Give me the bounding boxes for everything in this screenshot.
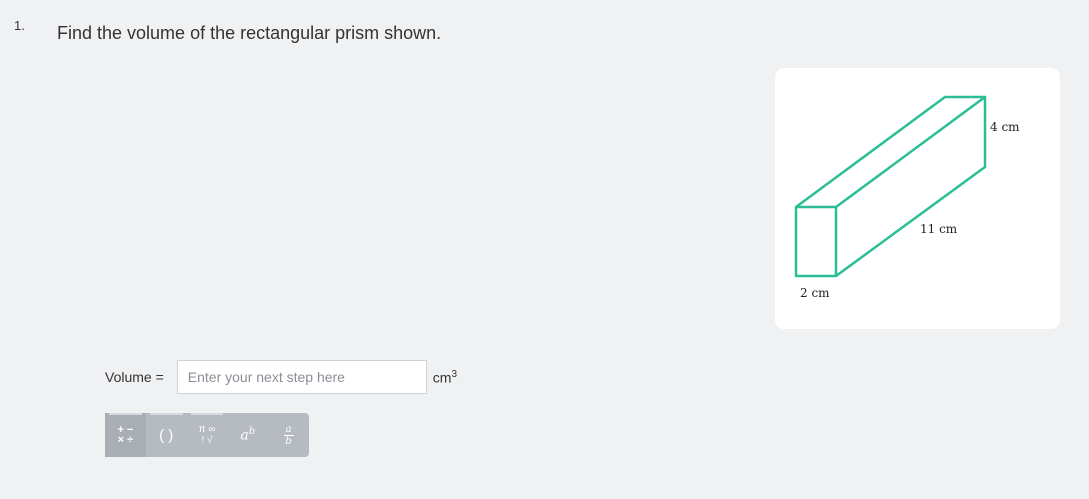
answer-row: Volume = cm3 (105, 358, 457, 396)
symbols-button[interactable]: π ∞ ! √ (187, 413, 228, 457)
fraction-icon: a b (283, 423, 294, 447)
unit-text: cm (432, 369, 452, 386)
unit-label: cm3 (433, 369, 457, 386)
exponent-button[interactable]: ab (227, 413, 268, 457)
answer-input[interactable] (176, 360, 427, 394)
question-number: 1. (14, 18, 25, 33)
math-toolbar: + − × ÷ ( ) π ∞ ! √ ab a b (105, 413, 309, 457)
parentheses-icon: ( ) (159, 426, 174, 444)
parentheses-button[interactable]: ( ) (146, 413, 187, 457)
height-label: 4 cm (990, 120, 1020, 134)
volume-label: Volume = (105, 369, 164, 385)
prism-figure: 4 cm 11 cm 2 cm (775, 68, 1060, 329)
unit-exponent: 3 (451, 368, 457, 380)
length-label: 11 cm (920, 222, 958, 236)
fraction-button[interactable]: a b (268, 413, 309, 457)
operators-icon: + − × ÷ (117, 424, 134, 446)
prism-front-face (794, 205, 838, 278)
symbols-icon: π ∞ ! √ (198, 424, 216, 446)
width-label: 2 cm (800, 286, 830, 300)
question-prompt: Find the volume of the rectangular prism… (57, 23, 442, 43)
exponent-icon: ab (240, 426, 256, 444)
operators-button[interactable]: + − × ÷ (105, 413, 146, 457)
prism-top-face (795, 95, 987, 209)
